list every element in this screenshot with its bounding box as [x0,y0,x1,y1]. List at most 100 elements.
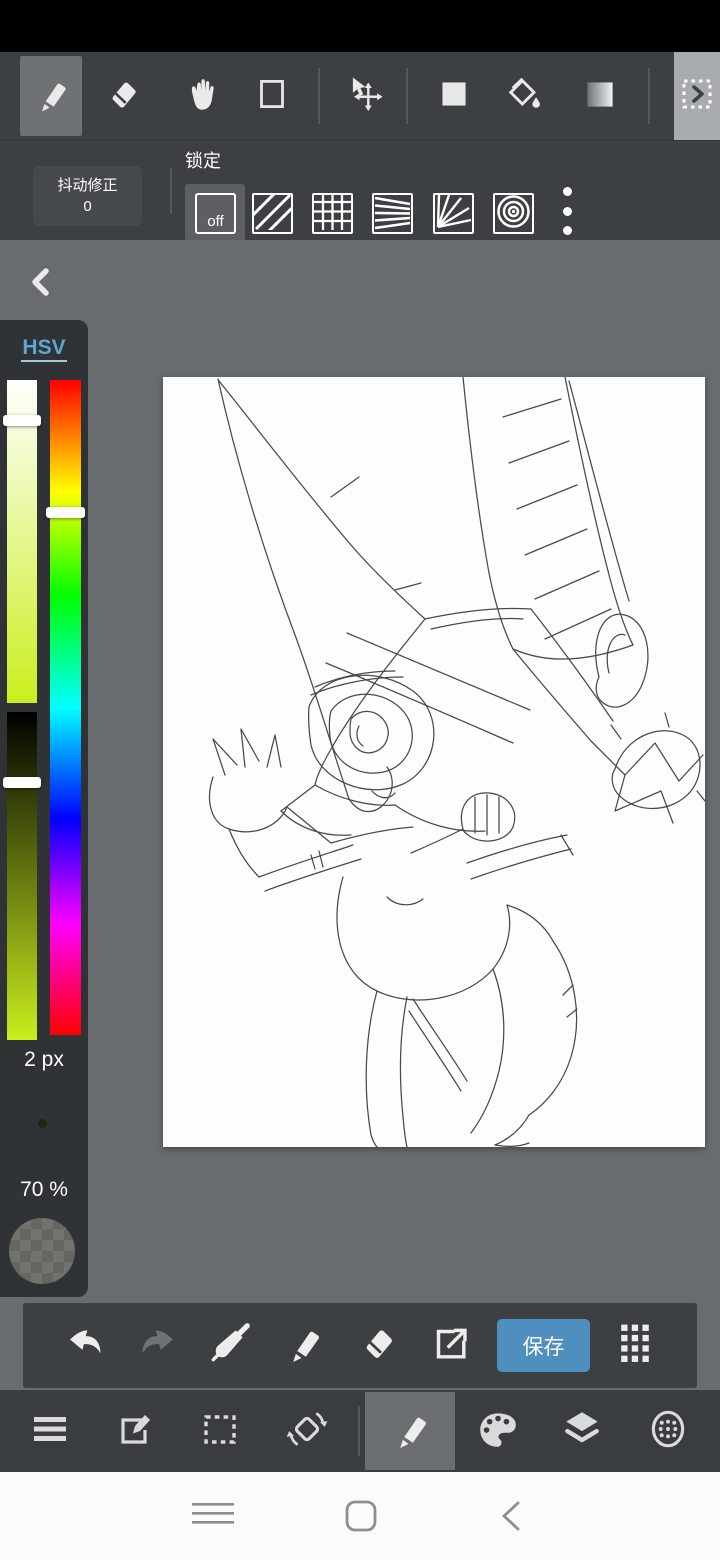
app-screen: 抖动修正 0 锁定 off HSV 2 px 70 % 保存 [0,0,720,1560]
lock-mode-off-selected[interactable]: off [185,184,245,241]
lock-concentric-circles-button[interactable] [493,193,534,234]
kebab-dot [562,187,572,196]
edit-button[interactable] [96,1392,174,1470]
menu-icon [28,1407,72,1456]
back-button[interactable] [498,1500,524,1537]
expand-toolbar-button[interactable] [674,52,720,140]
chevron-left-icon [27,267,53,302]
pen-nav-button[interactable] [365,1392,455,1470]
hue-bar[interactable] [50,380,81,1035]
recent-apps-button[interactable] [190,1501,236,1536]
stabilizer-button[interactable]: 抖动修正 0 [33,166,142,226]
eraser-icon [101,73,143,120]
quick-action-bar: 保存 [23,1303,697,1388]
brush-preview-dot [38,1119,47,1128]
kebab-dot [562,226,572,235]
move-cursor-icon [343,72,387,121]
grid-menu-button[interactable] [603,1313,667,1377]
canvas-sketch [208,376,706,1148]
color-swatch-icon [433,73,475,120]
more-lock-options-button[interactable] [553,181,581,241]
hue-slider-handle[interactable] [46,507,85,518]
pen-icon [280,1320,326,1371]
gradient-tool-button[interactable] [569,56,631,136]
toolbar-divider [648,68,650,124]
fill-bucket-icon [502,72,546,121]
lock-converging-lines-button[interactable] [372,193,413,234]
redo-icon [135,1320,181,1371]
hand-tool-button[interactable] [172,56,234,136]
pen-quick-button[interactable] [271,1313,335,1377]
toolbar-secondary: 抖动修正 0 锁定 off [0,140,720,241]
home-button[interactable] [344,1499,378,1538]
lock-label: 锁定 [185,151,221,171]
saturation-bar[interactable] [7,380,37,703]
bottom-nav-bar [0,1390,720,1472]
material-sphere-icon [645,1406,691,1457]
select-button[interactable] [181,1392,259,1470]
edit-icon [113,1407,157,1456]
eraser-quick-button[interactable] [345,1313,409,1377]
hsv-mode-link[interactable]: HSV [0,336,88,362]
gradient-icon [579,73,621,120]
home-icon [344,1499,378,1538]
lock-grid-button[interactable] [312,192,353,235]
layers-icon [559,1406,605,1457]
collapse-panel-button[interactable] [22,266,58,302]
eyedropper-icon [207,1320,253,1371]
export-button[interactable] [418,1313,482,1377]
rotate-canvas-button[interactable] [268,1392,346,1470]
menu-button[interactable] [11,1392,89,1470]
redo-button[interactable] [126,1313,190,1377]
fill-bucket-button[interactable] [493,56,555,136]
android-nav-bar [0,1472,720,1560]
eraser-tool-button[interactable] [91,56,153,136]
material-sphere-button[interactable] [629,1392,707,1470]
concentric-circles-icon [495,193,532,235]
lock-radial-lines-button[interactable] [433,193,474,234]
opacity-label: 70 % [20,1178,68,1201]
color-panel: HSV 2 px 70 % [0,320,88,1297]
grid-pattern-icon [314,192,351,235]
grid-dots-icon [612,1320,658,1371]
export-icon [427,1320,473,1371]
drawing-canvas[interactable] [163,376,706,1148]
stabilizer-value: 0 [83,198,92,215]
palette-button[interactable] [458,1392,536,1470]
layers-button[interactable] [543,1392,621,1470]
saturation-slider-handle[interactable] [3,415,41,426]
value-slider-handle[interactable] [3,777,41,788]
diagonal-stripes-icon [249,188,296,235]
back-icon [498,1500,524,1537]
save-button[interactable]: 保存 [497,1319,590,1372]
opacity-preview-circle[interactable] [9,1218,75,1284]
toolbar-divider [318,68,320,124]
toolbar-divider [406,68,408,124]
status-bar [0,0,720,52]
lock-off-button[interactable]: off [195,193,236,234]
palette-icon [474,1406,520,1457]
eyedropper-button[interactable] [198,1313,262,1377]
rectangle-tool-button[interactable] [241,56,303,136]
nav-divider [358,1406,360,1456]
undo-button[interactable] [53,1313,117,1377]
select-dashed-icon [198,1407,242,1456]
rotate-canvas-icon [284,1406,330,1457]
pen-tool-button[interactable] [20,56,82,136]
eraser-icon [354,1320,400,1371]
radial-lines-icon [435,193,472,235]
brush-size-label: 2 px [24,1048,64,1071]
lock-diagonal-stripes-button[interactable] [249,188,296,235]
recent-apps-icon [190,1501,236,1536]
converging-lines-icon [374,193,411,235]
move-tool-button[interactable] [334,56,396,136]
rectangle-icon [251,73,293,120]
pen-icon [30,73,72,120]
expand-tools-icon [679,76,715,117]
workspace: HSV 2 px 70 % 保存 [0,240,720,1390]
kebab-dot [562,206,572,216]
undo-icon [62,1320,108,1371]
color-swatch-button[interactable] [423,56,485,136]
value-bar[interactable] [7,712,37,1040]
toolbar-divider [170,168,172,214]
